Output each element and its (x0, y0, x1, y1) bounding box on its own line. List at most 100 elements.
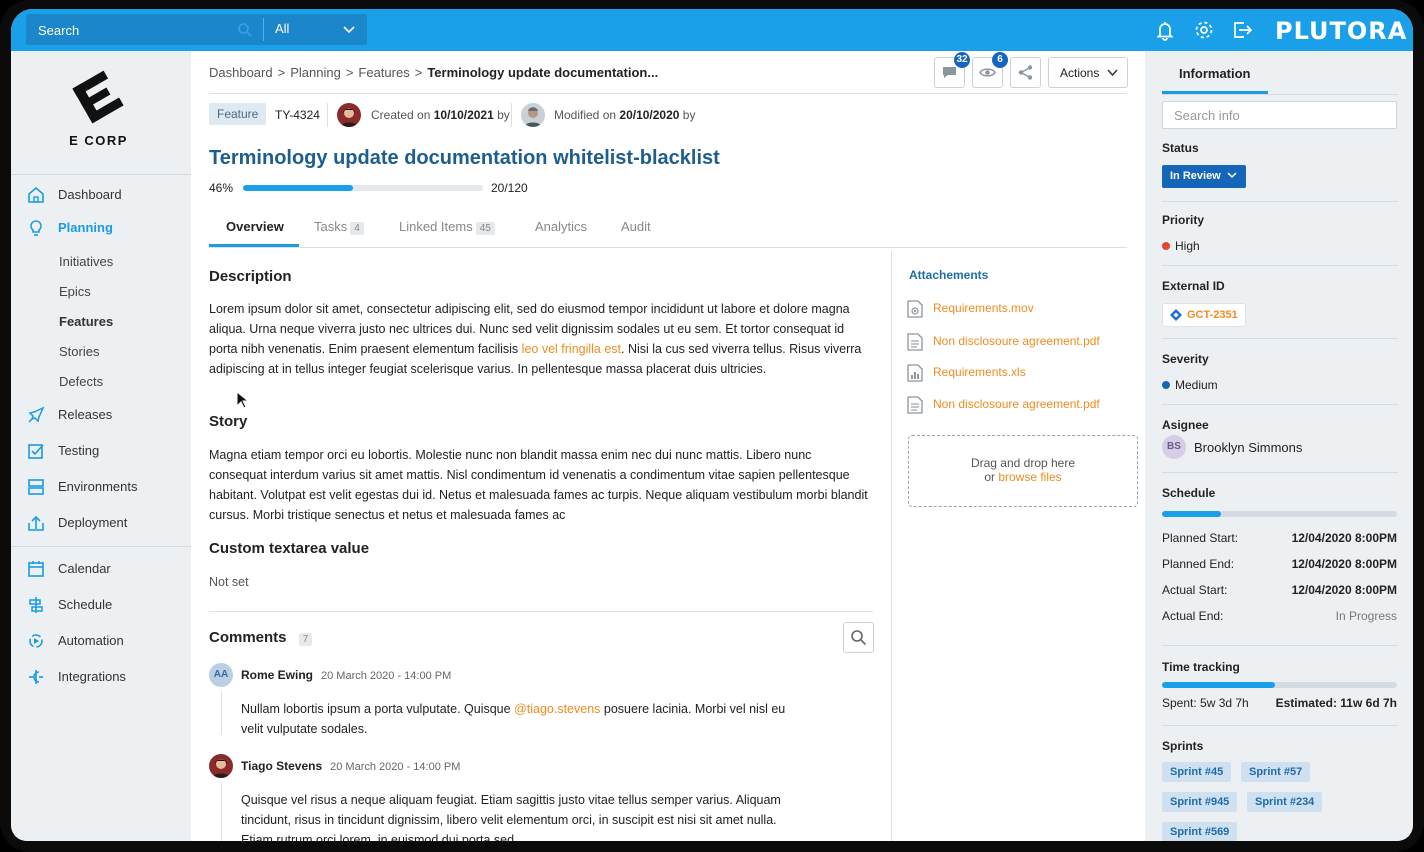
comment-mention[interactable]: @tiago.stevens (514, 702, 600, 716)
integrations-icon (27, 668, 45, 686)
sidebar-subitem-features[interactable]: Features (59, 314, 113, 329)
comments-search-button[interactable] (843, 622, 874, 653)
sidebar-item-label: Integrations (58, 669, 126, 684)
breadcrumb-dashboard[interactable]: Dashboard (209, 65, 273, 80)
comment-date: 20 March 2020 - 14:00 PM (330, 761, 461, 773)
main-content: Dashboard > Planning > Features > Terminology … (191, 51, 1145, 841)
schedule-row: Planned Start: 12/04/2020 8:00PM (1162, 531, 1397, 547)
page-title: Terminology update documentation whiteli… (209, 147, 720, 169)
video-file-icon (907, 300, 923, 318)
time-spent: Spent: 5w 3d 7h (1162, 696, 1249, 710)
actions-label: Actions (1060, 66, 1100, 80)
file-drop-zone[interactable]: Drag and drop here or browse files (908, 435, 1138, 507)
description-link[interactable]: leo vel fringilla est (522, 342, 621, 356)
comments-button[interactable]: 32 (934, 52, 970, 88)
schedule-row: Actual Start: 12/04/2020 8:00PM (1162, 583, 1397, 599)
assignee-name[interactable]: Brooklyn Simmons (1194, 440, 1302, 455)
comment-avatar[interactable] (209, 754, 233, 778)
attachment-name: Non disclosoure agreement.pdf (933, 334, 1100, 348)
comment-author[interactable]: Rome Ewing (241, 668, 313, 682)
comments-heading: Comments 7 (209, 629, 313, 646)
info-divider (1162, 265, 1398, 266)
sidebar-item-integrations[interactable]: Integrations (11, 663, 191, 691)
tab-audit[interactable]: Audit (621, 219, 651, 245)
sidebar-item-releases[interactable]: Releases (11, 401, 191, 429)
tab-linked-items[interactable]: Linked Items 45 (399, 219, 495, 245)
severity-value[interactable]: Medium (1175, 378, 1218, 392)
breadcrumb-planning[interactable]: Planning (290, 65, 341, 80)
sidebar-item-planning[interactable]: Planning (11, 214, 191, 242)
sidebar-item-label: Environments (58, 479, 138, 494)
share-icon (1018, 65, 1033, 80)
custom-textarea-value[interactable]: Not set (209, 572, 869, 592)
calendar-icon (27, 560, 45, 578)
tab-tasks[interactable]: Tasks 4 (314, 219, 364, 245)
creator-avatar[interactable] (337, 103, 361, 127)
sprint-chip[interactable]: Sprint #45 (1162, 762, 1232, 782)
actions-dropdown[interactable]: Actions (1048, 57, 1128, 88)
schedule-progress-fill (1162, 511, 1221, 517)
sidebar-item-environments[interactable]: Environments (11, 473, 191, 501)
sidebar-subitem-initiatives[interactable]: Initiatives (59, 254, 113, 269)
sidebar-item-deployment[interactable]: Deployment (11, 509, 191, 537)
breadcrumb-features[interactable]: Features (358, 65, 409, 80)
external-id-chip[interactable]: GCT-2351 (1162, 303, 1246, 327)
modified-info: Modified on 20/10/2020 by (554, 108, 695, 122)
comments-heading-label: Comments (209, 629, 287, 646)
comment-avatar[interactable]: AA (209, 663, 233, 687)
spreadsheet-file-icon (907, 364, 923, 382)
watch-button[interactable]: 6 (972, 52, 1008, 88)
tab-analytics[interactable]: Analytics (535, 219, 587, 245)
modifier-avatar[interactable] (521, 103, 545, 127)
priority-value[interactable]: High (1175, 239, 1200, 253)
priority-label: Priority (1162, 213, 1205, 227)
assignee-avatar[interactable]: BS (1162, 435, 1186, 459)
tab-label: Overview (226, 219, 284, 234)
search-scope-select[interactable]: All (275, 21, 289, 36)
custom-textarea-heading: Custom textarea value (209, 540, 370, 557)
comment-author[interactable]: Tiago Stevens (241, 759, 322, 773)
sidebar-item-calendar[interactable]: Calendar (11, 555, 191, 583)
sprint-chip[interactable]: Sprint #945 (1162, 792, 1238, 812)
progress-percent: 46% (209, 181, 234, 195)
search-icon[interactable] (237, 22, 253, 38)
info-panel: Information Status In Review Priority Hi… (1145, 51, 1413, 841)
sidebar-subitem-defects[interactable]: Defects (59, 374, 103, 389)
progress-fill (243, 185, 354, 191)
sidebar-item-label: Releases (58, 407, 113, 422)
sidebar-item-testing[interactable]: Testing (11, 437, 191, 465)
drop-zone-text: Drag and drop here (970, 456, 1076, 470)
logout-icon[interactable] (1230, 18, 1254, 42)
sprint-chip[interactable]: Sprint #569 (1162, 822, 1238, 841)
share-button[interactable] (1010, 57, 1041, 88)
comment-header: Tiago Stevens 20 March 2020 - 14:00 PM (241, 759, 460, 773)
comment-text: Nullam lobortis ipsum a porta vulputate.… (241, 702, 515, 716)
gear-icon[interactable] (1192, 18, 1216, 42)
sidebar-item-schedule[interactable]: Schedule (11, 591, 191, 619)
chevron-down-icon (1227, 172, 1237, 179)
sprint-chip[interactable]: Sprint #234 (1247, 792, 1323, 812)
created-date: 10/10/2021 (433, 108, 494, 122)
info-divider (1162, 725, 1398, 726)
bell-icon[interactable] (1153, 18, 1177, 42)
tab-overview[interactable]: Overview (226, 219, 284, 245)
info-search-input[interactable] (1162, 101, 1397, 129)
severity-label: Severity (1162, 352, 1209, 366)
schedule-value: 12/04/2020 8:00PM (1291, 557, 1397, 571)
schedule-value: 12/04/2020 8:00PM (1291, 531, 1397, 545)
top-bar: All PLUTORA (11, 9, 1413, 51)
sprint-chip[interactable]: Sprint #57 (1241, 762, 1311, 782)
sidebar-item-automation[interactable]: Automation (11, 627, 191, 655)
sidebar-subitem-epics[interactable]: Epics (59, 284, 91, 299)
sidebar-subitem-stories[interactable]: Stories (59, 344, 99, 359)
global-search-input[interactable] (38, 22, 238, 38)
comment-header: Rome Ewing 20 March 2020 - 14:00 PM (241, 668, 451, 682)
info-divider (1162, 338, 1398, 339)
chevron-down-icon[interactable] (342, 23, 356, 37)
tab-information[interactable]: Information (1179, 66, 1251, 81)
browse-files-link[interactable]: browse files (998, 470, 1061, 484)
item-meta: Feature TY-4324 Created on 10/10/2021 by… (209, 103, 1109, 127)
sidebar-item-dashboard[interactable]: Dashboard (11, 181, 191, 209)
meta-divider (327, 103, 328, 127)
status-dropdown[interactable]: In Review (1162, 165, 1246, 188)
